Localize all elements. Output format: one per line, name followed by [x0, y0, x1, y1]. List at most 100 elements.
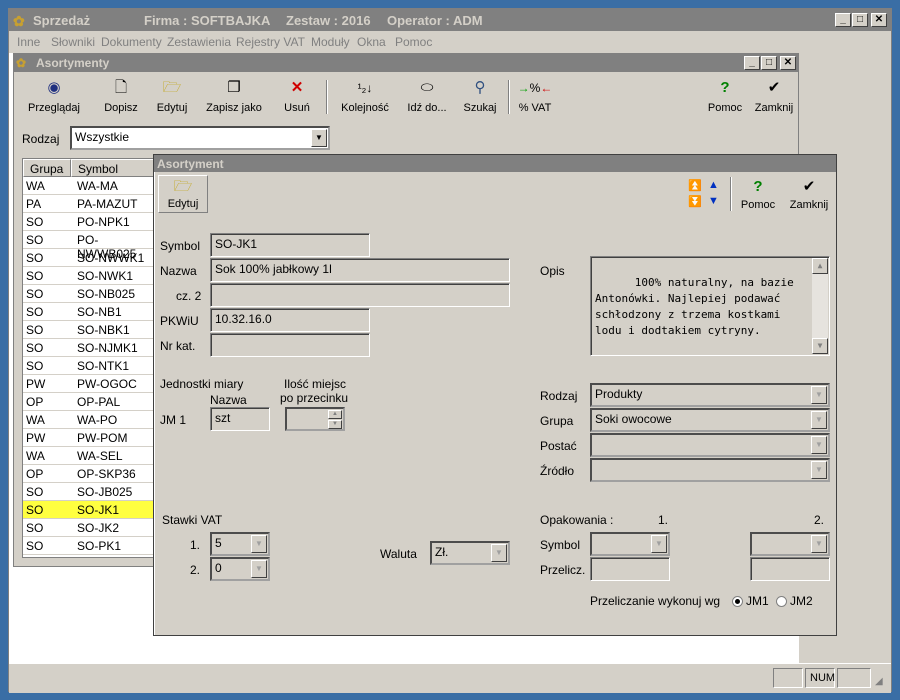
close-button[interactable]: ✕ — [871, 13, 887, 27]
dialog-edytuj-button[interactable]: 🗁 Edytuj — [158, 175, 208, 213]
dropdown-arrow-icon[interactable]: ▼ — [651, 535, 667, 553]
stawka2-select[interactable]: 0 ▼ — [210, 557, 270, 581]
cell-grupa: PW — [26, 431, 46, 445]
scroll-down-icon[interactable]: ▼ — [812, 338, 828, 354]
table-row[interactable]: SO SO-NWK1 — [23, 267, 157, 285]
table-row[interactable]: SO SO-PK1 — [23, 537, 157, 555]
symbol-field[interactable]: SO-JK1 — [210, 233, 370, 257]
toolbar-separator-2 — [508, 80, 510, 114]
resize-grip-icon[interactable]: ◢ — [875, 676, 883, 687]
waluta-select[interactable]: Zł. ▼ — [430, 541, 510, 565]
table-row[interactable]: OP OP-SKP36 — [23, 465, 157, 483]
opakowanie1-symbol-select[interactable]: ▼ — [590, 532, 670, 556]
dropdown-arrow-icon[interactable]: ▼ — [251, 560, 267, 578]
spin-up-icon[interactable]: ▲ — [328, 410, 342, 419]
dropdown-arrow-icon[interactable]: ▼ — [811, 436, 827, 454]
table-row[interactable]: SO SO-NB1 — [23, 303, 157, 321]
przegladaj-button[interactable]: ◉ Przeglądaj — [28, 76, 80, 116]
folder-open-icon: 🗁 — [173, 178, 193, 195]
menu-inne[interactable]: Inne — [17, 35, 40, 49]
dropdown-arrow-icon[interactable]: ▼ — [811, 535, 827, 553]
child-close-button[interactable]: ✕ — [780, 56, 796, 70]
pkwiu-field[interactable]: 10.32.16.0 — [210, 308, 370, 332]
table-row[interactable]: WA WA-PO — [23, 411, 157, 429]
table-row[interactable]: PW PW-POM — [23, 429, 157, 447]
opis-textarea[interactable]: 100% naturalny, na bazie Antonówki. Najl… — [590, 256, 830, 356]
dropdown-arrow-icon[interactable]: ▼ — [311, 129, 327, 147]
spin-down-icon[interactable]: ▼ — [328, 420, 342, 429]
grupa-select[interactable]: Soki owocowe ▼ — [590, 408, 830, 432]
opakowanie1-przelicz-field[interactable] — [590, 557, 670, 581]
kolejnosc-button[interactable]: ¹₂↓ Kolejność — [338, 76, 392, 116]
stawka1-select[interactable]: 5 ▼ — [210, 532, 270, 556]
rodzaj-filter-select[interactable]: Wszystkie ▼ — [70, 126, 330, 150]
table-row[interactable]: SO SO-NBK1 — [23, 321, 157, 339]
menu-pomoc[interactable]: Pomoc — [395, 35, 432, 49]
menu-okna[interactable]: Okna — [357, 35, 386, 49]
cell-grupa: SO — [26, 251, 44, 265]
idz-do-button[interactable]: ⬭ Idź do... — [404, 76, 450, 116]
table-row[interactable]: WA WA-SEL — [23, 447, 157, 465]
opis-scrollbar[interactable]: ▲ ▼ — [812, 258, 828, 354]
nr-kat-field[interactable] — [210, 333, 370, 357]
nazwa-cz2-field[interactable] — [210, 283, 510, 307]
menu-zestawienia[interactable]: Zestawienia — [167, 35, 231, 49]
dropdown-arrow-icon[interactable]: ▼ — [251, 535, 267, 553]
table-row[interactable]: WA WA-MA — [23, 177, 157, 195]
table-row[interactable]: SO SO-NB025 — [23, 285, 157, 303]
usun-button[interactable]: ✕ Usuń — [280, 76, 314, 116]
table-row[interactable]: PA PA-MAZUT — [23, 195, 157, 213]
table-row[interactable]: SO SO-NTK1 — [23, 357, 157, 375]
table-row[interactable]: OP OP-PAL — [23, 393, 157, 411]
decimal-places-spinner[interactable]: ▲ ▼ — [285, 407, 345, 431]
rodzaj-select[interactable]: Produkty ▼ — [590, 383, 830, 407]
menu-rejestry-vat[interactable]: Rejestry VAT — [236, 35, 305, 49]
table-row[interactable]: SO SO-JK2 — [23, 519, 157, 537]
table-row[interactable]: SO SO-NWWK1 — [23, 249, 157, 267]
zamknij-button[interactable]: ✔ Zamknij — [752, 76, 796, 116]
table-row[interactable]: SO PO-NWWB025 — [23, 231, 157, 261]
szukaj-button[interactable]: ⚲ Szukaj — [460, 76, 500, 116]
menu-moduly[interactable]: Moduły — [311, 35, 350, 49]
opakowanie2-symbol-select[interactable]: ▼ — [750, 532, 830, 556]
child-maximize-button[interactable]: □ — [761, 56, 777, 70]
next-record-icon[interactable]: ▼ — [708, 195, 719, 207]
menu-dokumenty[interactable]: Dokumenty — [101, 35, 162, 49]
scroll-up-icon[interactable]: ▲ — [812, 258, 828, 274]
nazwa-field[interactable]: Sok 100% jabłkowy 1l — [210, 258, 510, 282]
menu-slowniki[interactable]: Słowniki — [51, 35, 95, 49]
dropdown-arrow-icon[interactable]: ▼ — [491, 544, 507, 562]
pomoc-button[interactable]: ? Pomoc — [706, 76, 744, 116]
dialog-zamknij-button[interactable]: ✔ Zamknij — [786, 175, 832, 213]
table-row[interactable]: SO SO-JK1 — [23, 501, 157, 519]
maximize-button[interactable]: □ — [852, 13, 868, 27]
dropdown-arrow-icon[interactable]: ▼ — [811, 411, 827, 429]
dopisz-button[interactable]: 🗋 Dopisz — [100, 76, 142, 116]
last-record-icon[interactable]: ⏬ — [688, 195, 702, 208]
zrodlo-select[interactable]: ▼ — [590, 458, 830, 482]
prev-record-icon[interactable]: ▲ — [708, 179, 719, 191]
help-icon: ? — [720, 79, 730, 96]
grid-header-grupa[interactable]: Grupa — [23, 159, 71, 177]
jm1-field[interactable]: szt — [210, 407, 270, 431]
postac-select[interactable]: ▼ — [590, 433, 830, 457]
zapisz-jako-button[interactable]: ❐ Zapisz jako — [204, 76, 264, 116]
cell-symbol: WA-PO — [77, 413, 118, 427]
jm1-radio[interactable] — [732, 596, 743, 607]
table-row[interactable]: PW PW-OGOC — [23, 375, 157, 393]
opakowanie2-przelicz-field[interactable] — [750, 557, 830, 581]
edytuj-button[interactable]: 🗁 Edytuj — [152, 76, 192, 116]
vat-button[interactable]: →%← % VAT — [514, 76, 556, 116]
minimize-button[interactable]: _ — [835, 13, 851, 27]
table-row[interactable]: SO PO-NPK1 — [23, 213, 157, 231]
cell-grupa: OP — [26, 395, 44, 409]
first-record-icon[interactable]: ⏫ — [688, 179, 702, 192]
child-minimize-button[interactable]: _ — [744, 56, 760, 70]
jm2-radio[interactable] — [776, 596, 787, 607]
dropdown-arrow-icon[interactable]: ▼ — [811, 386, 827, 404]
grid-header-symbol[interactable]: Symbol — [71, 159, 157, 177]
table-row[interactable]: SO SO-JB025 — [23, 483, 157, 501]
dropdown-arrow-icon[interactable]: ▼ — [811, 461, 827, 479]
dialog-pomoc-button[interactable]: ? Pomoc — [738, 175, 778, 213]
table-row[interactable]: SO SO-NJMK1 — [23, 339, 157, 357]
